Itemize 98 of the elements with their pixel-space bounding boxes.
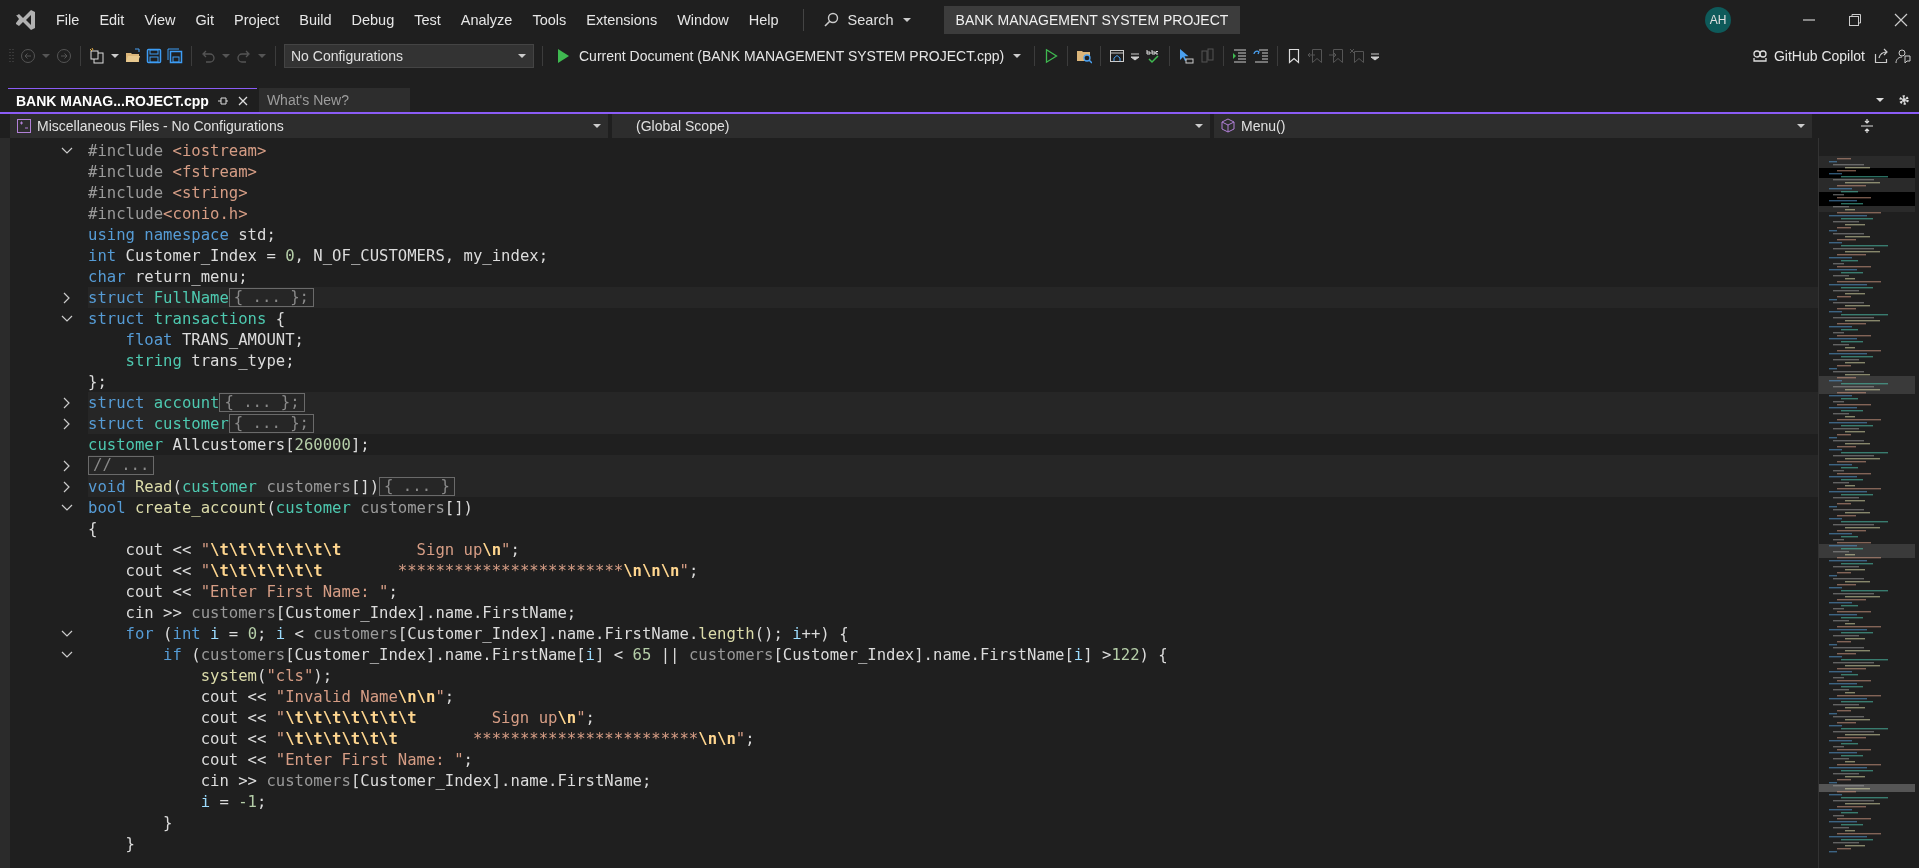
- caret-icon: [592, 122, 602, 130]
- window-home-icon[interactable]: [1109, 48, 1126, 64]
- code-line: cout << "\t\t\t\t\t\t\t Sign up\n";: [124, 540, 520, 559]
- collapsed-region[interactable]: { ... };: [228, 414, 314, 433]
- close-icon[interactable]: [236, 94, 249, 107]
- menu-item[interactable]: Edit: [89, 8, 135, 32]
- menu-item[interactable]: Test: [404, 8, 451, 32]
- settings-icon[interactable]: [1897, 93, 1911, 107]
- menu-item[interactable]: Analyze: [450, 8, 523, 32]
- search-icon: [823, 12, 840, 28]
- project-dropdown[interactable]: Miscellaneous Files - No Configurations: [10, 114, 608, 138]
- play-outline-icon[interactable]: [1043, 48, 1060, 64]
- pin-icon[interactable]: [216, 94, 229, 107]
- folder-search-icon[interactable]: [1076, 48, 1093, 64]
- document-tab[interactable]: What's New?: [258, 88, 410, 112]
- code-line: string trans_type;: [124, 351, 295, 370]
- code-line: cout << "\t\t\t\t\t\t ************************\n\n";: [199, 729, 755, 748]
- member-dropdown[interactable]: Menu(): [1214, 114, 1812, 138]
- code-line: void Read(customer customers[]): [88, 477, 380, 496]
- save-all-icon[interactable]: [167, 48, 183, 64]
- split-icon[interactable]: [1858, 118, 1875, 134]
- code-line: cin >> customers[Customer_Index].name.FirstName;: [199, 771, 652, 790]
- caret-icon[interactable]: [110, 52, 120, 60]
- menu-item[interactable]: Tools: [522, 8, 577, 32]
- code-line: #include <fstream>: [88, 162, 257, 181]
- copilot-icon: [1751, 48, 1768, 64]
- code-line: cin >> customers[Customer_Index].name.FirstName;: [124, 603, 577, 622]
- menu-item[interactable]: File: [46, 8, 90, 32]
- collapsed-region[interactable]: { ... };: [219, 393, 305, 412]
- code-line: if (customers[Customer_Index].name.FirstName[i] < 65 || customers[Customer_Index].name.FirstName[i] >122) {: [162, 645, 1168, 664]
- code-line: struct account: [88, 393, 220, 412]
- play-icon: [555, 48, 571, 64]
- code-line: cout << "\t\t\t\t\t\t ************************\n\n\n";: [124, 561, 699, 580]
- code-line: #include <iostream>: [88, 141, 267, 160]
- outdent-icon[interactable]: [1253, 48, 1270, 64]
- caret-icon: [1012, 52, 1023, 60]
- open-folder-icon[interactable]: [125, 48, 141, 64]
- menu-item[interactable]: Build: [289, 8, 342, 32]
- code-line: cout << "\t\t\t\t\t\t\t Sign up\n";: [199, 708, 595, 727]
- code-line: customer Allcustomers[260000];: [88, 435, 370, 454]
- cursor-icon[interactable]: [1178, 48, 1195, 64]
- code-line: cout << "Enter First Name: ";: [124, 582, 398, 601]
- menu-item[interactable]: Project: [224, 8, 290, 32]
- cube-icon: [1220, 118, 1236, 134]
- code-line: struct transactions {: [88, 309, 286, 328]
- code-line: cout << "Invalid Name\n\n";: [199, 687, 455, 706]
- collapsed-region[interactable]: // ...: [88, 456, 155, 475]
- overflow-icon[interactable]: [1130, 51, 1141, 61]
- code-line: for (int i = 0; i < customers[Customer_Index].name.FirstName.length(); i++) {: [124, 624, 849, 643]
- code-line: float TRANS_AMOUNT;: [124, 330, 304, 349]
- grip-icon: [8, 48, 15, 64]
- code-line: bool create_account(customer customers[]): [88, 498, 473, 517]
- collapsed-region[interactable]: { ... }: [379, 477, 455, 496]
- code-line: }: [124, 834, 135, 853]
- avatar[interactable]: AH: [1705, 7, 1731, 33]
- code-line: {: [88, 519, 98, 538]
- copilot-button[interactable]: GitHub Copilot: [1747, 46, 1869, 66]
- code-line: using namespace std;: [88, 225, 276, 244]
- code-line: int Customer_Index = 0, N_OF_CUSTOMERS, my_index;: [88, 246, 549, 265]
- new-project-icon[interactable]: [89, 48, 105, 64]
- menu-item[interactable]: Help: [738, 8, 789, 32]
- caret-icon: [1194, 122, 1204, 130]
- spell-check-icon[interactable]: [1145, 48, 1162, 64]
- indent-icon[interactable]: [1232, 48, 1249, 64]
- app-logo-icon: [14, 9, 36, 31]
- code-line: };: [88, 372, 107, 391]
- configuration-dropdown[interactable]: No Configurations: [284, 44, 534, 68]
- search-button[interactable]: Search: [817, 8, 918, 32]
- close-icon[interactable]: [1893, 12, 1909, 28]
- code-line: struct customer: [88, 414, 229, 433]
- menu-item[interactable]: Git: [185, 8, 225, 32]
- code-line: #include <string>: [88, 183, 248, 202]
- menu-item[interactable]: Window: [667, 8, 739, 32]
- caret-icon: [901, 16, 912, 24]
- restore-icon[interactable]: [1847, 12, 1863, 28]
- overflow-icon[interactable]: [1370, 51, 1381, 61]
- project-icon: [16, 118, 32, 134]
- caret-icon: [1796, 122, 1806, 130]
- window-title: BANK MANAGEMENT SYSTEM PROJECT: [943, 6, 1241, 34]
- menu-item[interactable]: Debug: [341, 8, 405, 32]
- code-line: }: [162, 813, 173, 832]
- code-line: i = -1;: [199, 792, 267, 811]
- save-icon[interactable]: [146, 48, 162, 64]
- code-line: #include<conio.h>: [88, 204, 248, 223]
- scope-dropdown[interactable]: (Global Scope): [612, 114, 1210, 138]
- feedback-icon[interactable]: [1895, 48, 1911, 64]
- share-icon[interactable]: [1874, 48, 1890, 64]
- code-line: system("cls");: [199, 666, 333, 685]
- code-line: char return_menu;: [88, 267, 248, 286]
- code-line: cout << "Enter First Name: ";: [199, 750, 473, 769]
- start-button[interactable]: Current Document (BANK MANAGEMENT SYSTEM PROJECT.cpp): [551, 46, 1027, 66]
- document-tab[interactable]: BANK MANAG...ROJECT.cpp: [8, 88, 257, 112]
- caret-icon[interactable]: [1875, 96, 1885, 104]
- collapsed-region[interactable]: { ... };: [228, 288, 314, 307]
- menu-item[interactable]: View: [134, 8, 186, 32]
- code-line: struct FullName: [88, 288, 229, 307]
- caret-icon: [517, 52, 527, 60]
- menu-item[interactable]: Extensions: [576, 8, 668, 32]
